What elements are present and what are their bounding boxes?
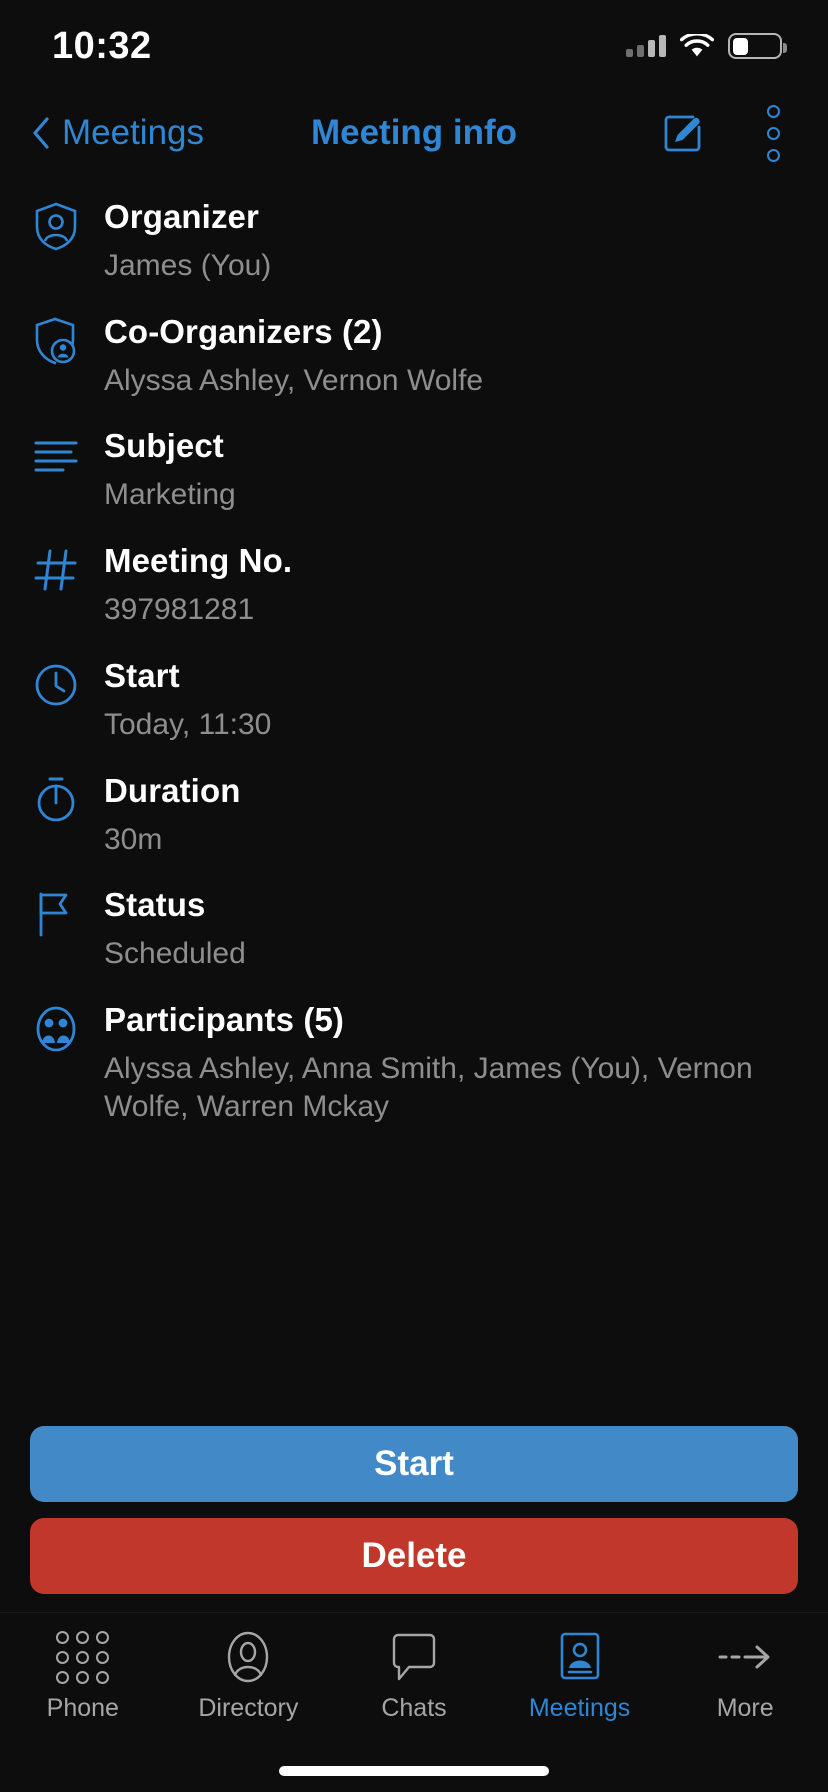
text-lines-icon (30, 429, 82, 481)
status-bar-clock: 10:32 (52, 24, 152, 67)
detail-label: Organizer (104, 198, 259, 235)
detail-value: Alyssa Ashley, Anna Smith, James (You), … (104, 1052, 753, 1123)
more-vertical-icon-dot-2 (767, 126, 780, 140)
detail-body: Organizer James (You) (104, 198, 782, 285)
detail-body: Duration 30m (104, 772, 782, 859)
status-bar: 10:32 (0, 0, 828, 92)
clock-icon (30, 659, 82, 711)
more-vertical-icon-dot-3 (767, 148, 780, 162)
battery-icon (728, 33, 787, 59)
more-vertical-icon-dot-1 (767, 104, 780, 118)
detail-value: James (You) (104, 248, 272, 282)
contact-icon (223, 1629, 273, 1685)
tab-directory[interactable]: Directory (166, 1629, 332, 1723)
tab-chats[interactable]: Chats (331, 1629, 497, 1723)
start-button[interactable]: Start (30, 1426, 798, 1502)
tab-phone[interactable]: Phone (0, 1629, 166, 1723)
meeting-detail-list: Organizer James (You) Co-Organizers (2) … (0, 174, 828, 1426)
detail-row-participants[interactable]: Participants (5) Alyssa Ashley, Anna Smi… (0, 987, 828, 1140)
detail-value: Today, 11:30 (104, 707, 272, 741)
edit-button[interactable] (661, 111, 705, 155)
tab-meetings[interactable]: Meetings (497, 1629, 663, 1723)
chevron-left-icon (33, 117, 49, 149)
meeting-info-screen: 10:32 Meetings Meeting info Organizer Ja… (0, 0, 828, 1792)
detail-row-status[interactable]: Status Scheduled (0, 872, 828, 987)
detail-body: Status Scheduled (104, 886, 782, 973)
detail-label: Meeting No. (104, 542, 293, 580)
tab-more[interactable]: More (662, 1629, 828, 1723)
navigation-bar: Meetings Meeting info (0, 92, 828, 174)
back-button[interactable]: Meetings (30, 113, 204, 153)
detail-value: 397981281 (104, 593, 255, 627)
tab-label: Meetings (528, 1694, 631, 1722)
detail-row-duration[interactable]: Duration 30m (0, 758, 828, 873)
hash-icon (30, 544, 82, 596)
bottom-tab-bar: Phone Directory Chats Meetings More (0, 1612, 828, 1750)
detail-label: Duration (104, 771, 241, 809)
meeting-card-icon (557, 1629, 603, 1685)
chat-bubble-icon (389, 1629, 439, 1685)
wifi-icon (680, 34, 714, 57)
status-bar-indicators (626, 33, 787, 59)
back-button-label: Meetings (62, 113, 205, 152)
detail-label: Subject (104, 427, 224, 465)
arrow-right-dashed-icon (717, 1629, 773, 1685)
action-buttons: Start Delete (0, 1426, 828, 1612)
detail-row-subject[interactable]: Subject Marketing (0, 413, 828, 528)
cellular-signal-icon (626, 35, 666, 57)
tab-label: Chats (381, 1694, 447, 1722)
flag-icon (30, 888, 82, 940)
dialpad-icon (56, 1629, 110, 1685)
detail-row-co-organizers[interactable]: Co-Organizers (2) Alyssa Ashley, Vernon … (0, 299, 828, 414)
detail-body: Co-Organizers (2) Alyssa Ashley, Vernon … (104, 313, 782, 400)
detail-body: Start Today, 11:30 (104, 657, 782, 744)
detail-label: Participants (5) (104, 1001, 344, 1039)
detail-body: Subject Marketing (104, 427, 782, 514)
participants-icon (30, 1003, 82, 1055)
more-options-button[interactable] (753, 99, 794, 168)
navigation-actions (661, 99, 794, 168)
detail-value: 30m (104, 822, 163, 856)
detail-body: Participants (5) Alyssa Ashley, Anna Smi… (104, 1001, 782, 1126)
shield-badge-icon (30, 315, 82, 367)
detail-body: Meeting No. 397981281 (104, 542, 782, 629)
delete-button[interactable]: Delete (30, 1518, 798, 1594)
detail-value: Marketing (104, 478, 236, 512)
home-indicator (0, 1750, 828, 1792)
stopwatch-icon (30, 774, 82, 826)
detail-row-start[interactable]: Start Today, 11:30 (0, 643, 828, 758)
detail-row-meeting-number[interactable]: Meeting No. 397981281 (0, 528, 828, 643)
detail-label: Co-Organizers (2) (104, 312, 383, 350)
tab-label: More (716, 1694, 774, 1722)
tab-label: Phone (46, 1694, 119, 1722)
detail-label: Status (104, 886, 206, 924)
tab-label: Directory (198, 1694, 299, 1722)
detail-row-organizer[interactable]: Organizer James (You) (0, 184, 828, 299)
detail-value: Scheduled (104, 937, 246, 971)
detail-value: Alyssa Ashley, Vernon Wolfe (104, 363, 484, 397)
edit-pencil-icon (664, 115, 701, 152)
detail-label: Start (104, 656, 180, 694)
shield-person-icon (30, 200, 82, 252)
